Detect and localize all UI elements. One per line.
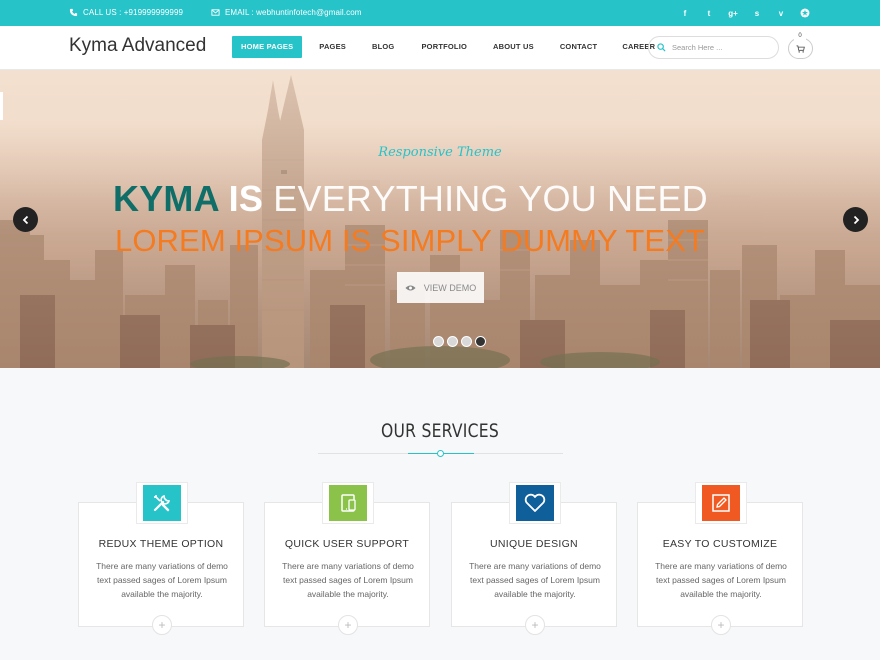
facebook-icon[interactable]: f (673, 6, 697, 20)
hero-tagline: Responsive Theme (378, 145, 502, 160)
plus-icon[interactable]: + (338, 615, 358, 635)
slide-dot-2[interactable] (447, 336, 458, 347)
eye-icon (405, 284, 416, 291)
service-description: There are many variations of demo text p… (655, 561, 787, 599)
headline-brand: KYMA (113, 178, 219, 219)
pencil-icon (702, 485, 740, 521)
side-tab[interactable] (0, 92, 3, 120)
headline-rest: EVERYTHING YOU NEED (273, 178, 708, 219)
next-slide-button[interactable] (843, 207, 868, 232)
dribbble-icon[interactable]: ✪ (793, 6, 817, 20)
phone-icon (69, 8, 78, 17)
devices-icon (329, 485, 367, 521)
vimeo-icon[interactable]: v (769, 6, 793, 20)
nav-portfolio[interactable]: PORTFOLIO (421, 36, 467, 58)
main-header: Kyma Advanced HOME PAGES PAGES BLOG PORT… (0, 26, 880, 70)
service-card-customize: EASY TO CUSTOMIZE There are many variati… (637, 482, 803, 635)
plus-icon[interactable]: + (525, 615, 545, 635)
service-title: EASY TO CUSTOMIZE (662, 538, 778, 550)
service-description: There are many variations of demo text p… (469, 561, 601, 599)
email-text: EMAIL : webhuntinfotech@gmail.com (225, 8, 362, 17)
service-card-design: UNIQUE DESIGN There are many variations … (451, 482, 617, 635)
service-title: UNIQUE DESIGN (490, 538, 578, 550)
tools-icon (143, 485, 181, 521)
service-icon-frame (695, 482, 747, 524)
plus-icon[interactable]: + (152, 615, 172, 635)
nav-contact[interactable]: CONTACT (560, 36, 598, 58)
service-icon-frame (322, 482, 374, 524)
service-card-support: QUICK USER SUPPORT There are many variat… (264, 482, 430, 635)
slide-dot-3[interactable] (461, 336, 472, 347)
nav-blog[interactable]: BLOG (372, 36, 394, 58)
phone-text: CALL US : +919999999999 (83, 8, 184, 17)
nav-home-pages[interactable]: HOME PAGES (232, 36, 303, 58)
view-demo-label: VIEW DEMO (423, 282, 477, 293)
service-description: There are many variations of demo text p… (282, 561, 414, 599)
slide-dot-1[interactable] (433, 336, 444, 347)
slider-pagination (433, 336, 486, 347)
site-logo[interactable]: Kyma Advanced (69, 35, 206, 57)
chevron-left-icon (22, 215, 28, 224)
service-title: REDUX THEME OPTION (98, 538, 224, 550)
cart-count-badge: 0 (794, 31, 806, 41)
envelope-icon (211, 9, 220, 16)
slide-dot-4[interactable] (475, 336, 486, 347)
search-icon[interactable] (657, 43, 666, 52)
social-links: f t g+ s v ✪ (673, 6, 817, 20)
google-plus-icon[interactable]: g+ (721, 6, 745, 20)
heading-divider-dot (437, 450, 444, 457)
skype-icon[interactable]: s (745, 6, 769, 20)
service-icon-frame (509, 482, 561, 524)
service-title: QUICK USER SUPPORT (284, 538, 410, 550)
search-input[interactable] (672, 43, 762, 52)
search-box (648, 36, 779, 59)
heart-icon (516, 485, 554, 521)
service-card-redux: REDUX THEME OPTION There are many variat… (78, 482, 244, 635)
services-heading: OUR SERVICES (381, 420, 499, 442)
top-bar: CALL US : +919999999999 EMAIL : webhunti… (0, 0, 880, 26)
hero-slider: Responsive Theme KYMA IS EVERYTHING YOU … (0, 70, 880, 368)
plus-icon[interactable]: + (711, 615, 731, 635)
headline-is: IS (228, 178, 264, 219)
cart-button[interactable] (788, 38, 813, 59)
hero-subline: LOREM IPSUM IS SIMPLY DUMMY TEXT (115, 223, 706, 258)
hero-headline: KYMA IS EVERYTHING YOU NEED (113, 178, 708, 220)
cart-icon (796, 44, 805, 53)
nav-about-us[interactable]: ABOUT US (493, 36, 534, 58)
service-icon-frame (136, 482, 188, 524)
main-nav: HOME PAGES PAGES BLOG PORTFOLIO ABOUT US… (232, 36, 655, 58)
nav-pages[interactable]: PAGES (319, 36, 346, 58)
chevron-right-icon (853, 215, 859, 224)
phone-contact[interactable]: CALL US : +919999999999 (69, 8, 183, 17)
service-description: There are many variations of demo text p… (96, 561, 228, 599)
view-demo-button[interactable]: VIEW DEMO (397, 272, 484, 303)
email-contact[interactable]: EMAIL : webhuntinfotech@gmail.com (211, 8, 362, 17)
prev-slide-button[interactable] (13, 207, 38, 232)
twitter-icon[interactable]: t (697, 6, 721, 20)
